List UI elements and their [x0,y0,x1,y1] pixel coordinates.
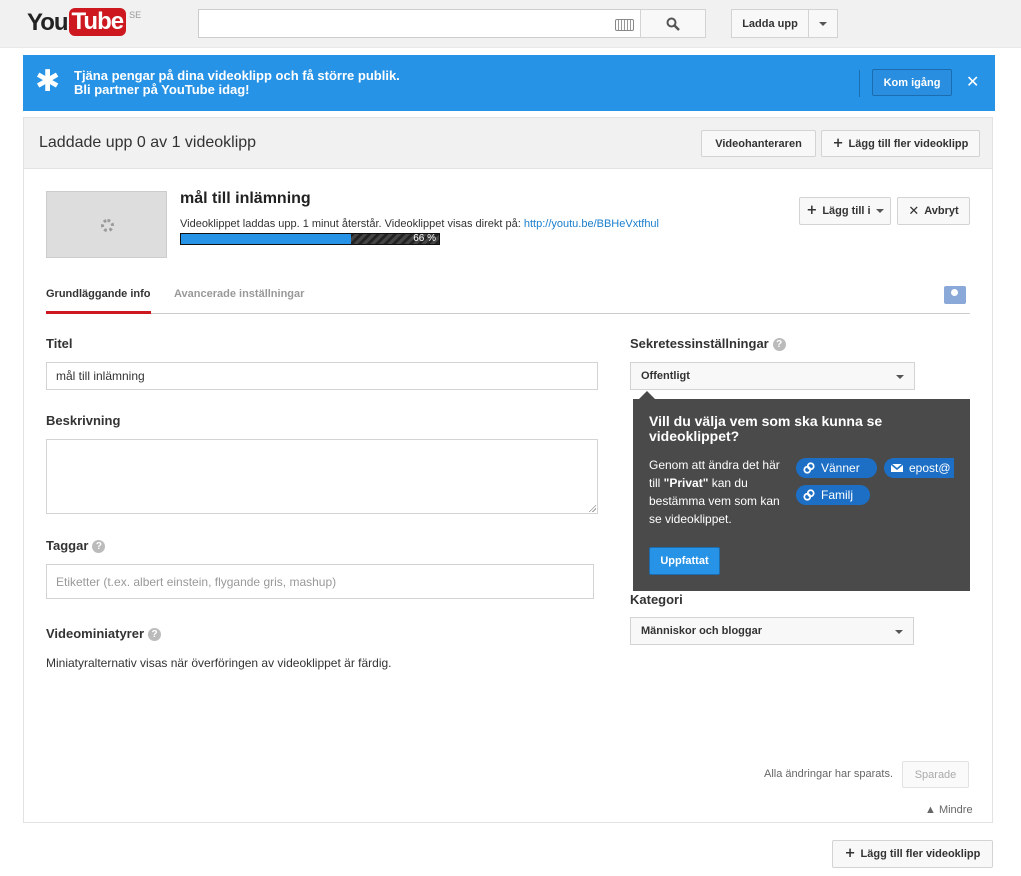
privacy-label: Sekretessinställningar? [630,336,786,351]
user-share-icon[interactable] [944,286,966,304]
thumbnails-info: Miniatyralternativ visas när överföringe… [46,656,392,670]
thumbnails-label: Videominiatyrer? [46,626,162,641]
title-input[interactable]: mål till inlämning [46,362,598,390]
chip-family[interactable]: Familj [796,485,870,505]
upload-status-text: Videoklippet laddas upp. 1 minut återstå… [180,218,524,230]
chip-family-label: Familj [821,488,853,502]
chip-friends[interactable]: Vänner [796,458,877,478]
add-more-videos-bottom-label: Lägg till fler videoklipp [860,848,981,860]
add-more-videos-button[interactable]: + Lägg till fler videoklipp [821,130,980,157]
panel-header: Laddade upp 0 av 1 videoklipp Videohante… [24,118,992,169]
logo-you: You [27,9,69,36]
video-link[interactable]: http://youtu.be/BBHeVxtfhul [524,218,659,230]
privacy-tip-popover: Vill du välja vem som ska kunna se video… [633,391,970,591]
chevron-down-icon [819,21,827,26]
upload-progress-label: 66 % [413,233,436,244]
tags-input[interactable]: Etiketter (t.ex. albert einstein, flygan… [46,564,594,599]
thumbnails-label-text: Videominiatyrer [46,626,145,641]
video-manager-button[interactable]: Videohanteraren [701,130,816,157]
logo-tube: Tube [68,8,127,36]
privacy-value: Offentligt [641,370,690,382]
search-input[interactable] [198,9,640,38]
category-value: Människor och bloggar [641,625,763,637]
add-to-playlist-button[interactable]: + Lägg till i [799,197,891,225]
video-thumbnail [46,191,167,258]
get-started-button[interactable]: Kom igång [872,69,952,96]
tab-advanced-settings[interactable]: Avancerade inställningar [174,288,304,300]
title-label: Titel [46,336,73,351]
save-status: Alla ändringar har sparats. [764,768,894,780]
divider [859,70,860,97]
masthead: You Tube SE Ladda upp [0,0,1021,48]
mail-icon [890,463,904,472]
search-button[interactable] [640,9,706,38]
upload-dropdown-button[interactable] [808,9,838,38]
privacy-label-text: Sekretessinställningar [630,336,769,351]
partner-line-2: Bli partner på YouTube idag! [74,82,250,97]
description-textarea[interactable] [46,439,598,514]
chevron-down-icon [895,630,903,634]
upload-status: Videoklippet laddas upp. 1 minut återstå… [180,218,659,230]
tab-basic-info[interactable]: Grundläggande info [46,288,151,314]
category-label: Kategori [630,592,683,607]
popover-title: Vill du välja vem som ska kunna se video… [649,413,883,444]
close-icon[interactable]: ✕ [966,73,979,91]
upload-button[interactable]: Ladda upp [731,9,809,38]
keyboard-icon[interactable] [615,19,634,31]
chip-friends-label: Vänner [821,461,860,475]
asterisk-icon: ✱ [35,64,61,99]
link-icon [803,489,815,501]
page-title: Laddade upp 0 av 1 videoklipp [39,134,257,151]
cancel-label: Avbryt [924,205,959,217]
tab-bar: Grundläggande info Avancerade inställnin… [46,280,970,314]
video-title: mål till inlämning [180,190,311,207]
popover-body-bold: "Privat" [663,476,709,490]
add-more-videos-bottom-button[interactable]: + Lägg till fler videoklipp [832,840,993,868]
popover-arrow [639,391,655,399]
upload-progress-bar: 66 % [180,233,440,245]
tags-label: Taggar? [46,538,106,553]
help-icon[interactable]: ? [148,628,162,641]
help-icon[interactable]: ? [772,338,786,351]
plus-icon: + [844,846,856,861]
description-label: Beskrivning [46,413,121,428]
partner-banner: ✱ Tjäna pengar på dina videoklipp och få… [23,55,995,111]
chip-email-label: epost@ [909,461,951,475]
link-icon [803,462,815,474]
add-more-videos-label: Lägg till fler videoklipp [848,137,969,150]
close-icon: ✕ [908,203,920,219]
youtube-logo[interactable]: You Tube SE [27,8,141,38]
chip-email[interactable]: epost@ [884,458,954,478]
add-to-label: Lägg till i [822,205,871,217]
cancel-button[interactable]: ✕ Avbryt [897,197,970,225]
tags-label-text: Taggar [46,538,89,553]
privacy-select[interactable]: Offentligt [630,362,915,390]
region-label: SE [129,10,142,20]
saved-button[interactable]: Sparade [902,761,969,788]
help-icon[interactable]: ? [92,540,106,553]
show-less-link[interactable]: ▲ Mindre [925,804,973,816]
resize-handle-icon[interactable] [588,504,596,512]
search-icon [666,17,680,31]
category-select[interactable]: Människor och bloggar [630,617,914,645]
plus-icon: + [806,203,818,218]
plus-icon: + [832,135,844,151]
popover-body: Genom att ändra det här till "Privat" ka… [649,456,789,528]
chevron-down-icon [875,209,884,213]
upload-progress-fill [181,234,352,244]
loading-spinner-icon [101,219,114,232]
partner-line-1: Tjäna pengar på dina videoklipp och få s… [74,68,400,83]
chevron-down-icon [896,375,904,379]
got-it-button[interactable]: Uppfattat [649,547,720,575]
partner-message: Tjäna pengar på dina videoklipp och få s… [74,69,400,97]
